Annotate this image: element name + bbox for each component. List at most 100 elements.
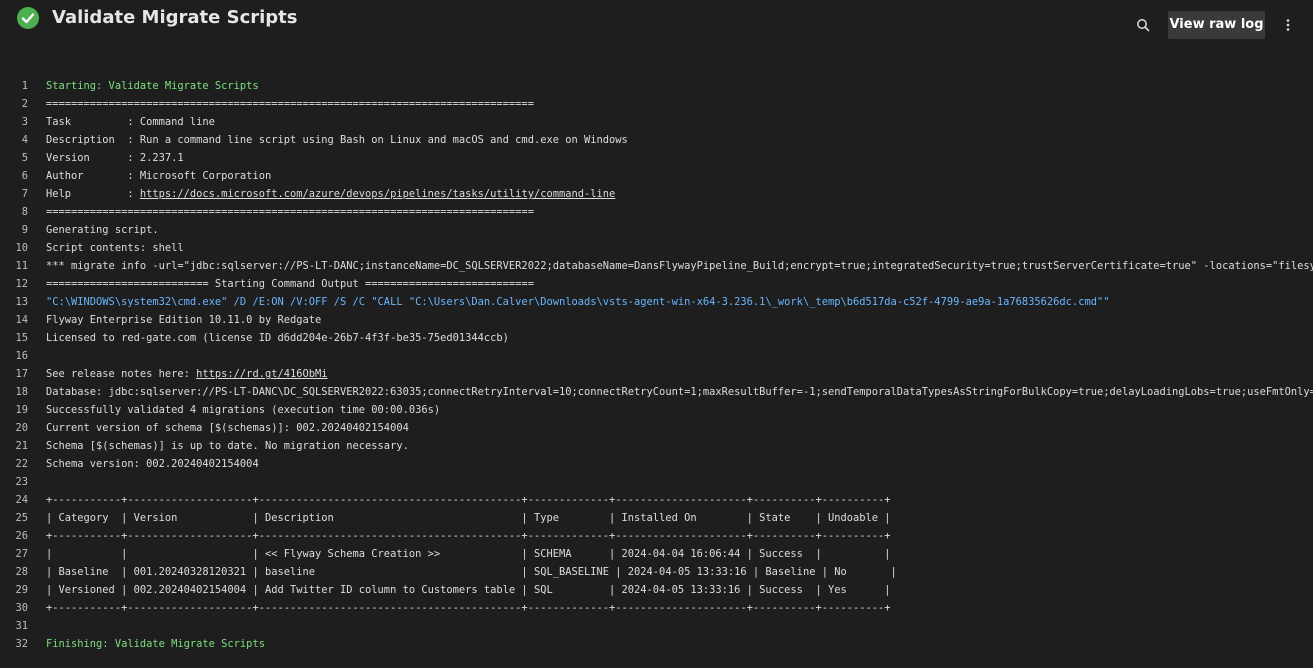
log-line: 9 Generating script. xyxy=(0,221,1313,239)
line-content: Task : Command line xyxy=(46,116,215,128)
line-content: Author : Microsoft Corporation xyxy=(46,170,272,182)
line-text: ========================== Starting Comm… xyxy=(46,275,534,293)
log-line: 1 Starting: Validate Migrate Scripts xyxy=(0,77,1313,95)
line-text: Finishing: Validate Migrate Scripts xyxy=(46,635,265,653)
line-text: Description : Run a command line script … xyxy=(46,131,628,149)
log-output: 1 Starting: Validate Migrate Scripts 2 ====… xyxy=(0,77,1313,657)
line-content: Description : Run a command line script … xyxy=(46,134,628,146)
line-number: 20 xyxy=(15,422,28,434)
log-line: 25 | Category | Version | Description | T… xyxy=(0,509,1313,527)
line-text: | | | << Flyway Schema Creation >> | SCH… xyxy=(46,545,891,563)
line-number: 11 xyxy=(15,260,28,272)
line-number: 5 xyxy=(21,152,28,164)
line-number: 3 xyxy=(21,116,28,128)
line-content: Schema version: 002.20240402154004 xyxy=(46,458,259,470)
line-number: 12 xyxy=(15,278,28,290)
line-number: 4 xyxy=(21,134,28,146)
line-number: 21 xyxy=(15,440,28,452)
line-number: 13 xyxy=(15,296,28,308)
line-text: Help : https://docs.microsoft.com/azure/… xyxy=(46,185,615,203)
log-line: 13 "C:\WINDOWS\system32\cmd.exe" /D /E:ON… xyxy=(0,293,1313,311)
line-text: ========================================… xyxy=(46,203,534,221)
log-line: 16 xyxy=(0,347,1313,365)
line-text: Successfully validated 4 migrations (exe… xyxy=(46,401,440,419)
line-number: 19 xyxy=(15,404,28,416)
line-text: "C:\WINDOWS\system32\cmd.exe" /D /E:ON /… xyxy=(46,293,1109,311)
line-content: Schema [$(schemas)] is up to date. No mi… xyxy=(46,440,409,452)
log-line: 27 | | | << Flyway Schema Creation >> | S… xyxy=(0,545,1313,563)
log-line: 14 Flyway Enterprise Edition 10.11.0 by R… xyxy=(0,311,1313,329)
line-content: Generating script. xyxy=(46,224,159,236)
log-line: 22 Schema version: 002.20240402154004 xyxy=(0,455,1313,473)
line-number: 16 xyxy=(15,350,28,362)
line-content: Successfully validated 4 migrations (exe… xyxy=(46,404,441,416)
line-text: +-----------+--------------------+------… xyxy=(46,491,891,509)
line-text: Task : Command line xyxy=(46,113,215,131)
log-line: 29 | Versioned | 002.20240402154004 | Add… xyxy=(0,581,1313,599)
log-line: 31 xyxy=(0,617,1313,635)
line-text: Licensed to red-gate.com (license ID d6d… xyxy=(46,329,509,347)
log-link[interactable]: https://docs.microsoft.com/azure/devops/… xyxy=(140,188,615,200)
line-text: +-----------+--------------------+------… xyxy=(46,599,891,617)
search-icon xyxy=(1137,19,1150,32)
log-line: 26 +-----------+--------------------+----… xyxy=(0,527,1313,545)
line-text: Schema [$(schemas)] is up to date. No mi… xyxy=(46,437,409,455)
line-content: "C:\WINDOWS\system32\cmd.exe" /D /E:ON /… xyxy=(46,296,1110,308)
line-number: 26 xyxy=(15,530,28,542)
line-number: 10 xyxy=(15,242,28,254)
log-line: 5 Version : 2.237.1 xyxy=(0,149,1313,167)
log-line: 12 ========================== Starting Co… xyxy=(0,275,1313,293)
line-number: 18 xyxy=(15,386,28,398)
log-line: 24 +-----------+--------------------+----… xyxy=(0,491,1313,509)
line-content: Help : xyxy=(46,188,140,200)
line-number: 8 xyxy=(21,206,28,218)
line-content: | | | << Flyway Schema Creation >> | SCH… xyxy=(46,548,891,560)
line-content: | Versioned | 002.20240402154004 | Add T… xyxy=(46,584,891,596)
line-text: Script contents: shell xyxy=(46,239,184,257)
line-number: 17 xyxy=(15,368,28,380)
log-header: Validate Migrate Scripts View raw log xyxy=(0,0,1313,50)
line-number: 30 xyxy=(15,602,28,614)
log-line: 21 Schema [$(schemas)] is up to date. No … xyxy=(0,437,1313,455)
log-line: 28 | Baseline | 001.20240328120321 | base… xyxy=(0,563,1313,581)
line-number: 32 xyxy=(15,638,28,650)
line-content: Database: jdbc:sqlserver://PS-LT-DANC\DC… xyxy=(46,386,1313,398)
line-text: Author : Microsoft Corporation xyxy=(46,167,271,185)
line-text: | Category | Version | Description | Typ… xyxy=(46,509,891,527)
line-content: +-----------+--------------------+------… xyxy=(46,602,891,614)
log-line: 8 =======================================… xyxy=(0,203,1313,221)
line-text: *** migrate info -url="jdbc:sqlserver://… xyxy=(46,257,1313,275)
line-text: ========================================… xyxy=(46,95,534,113)
line-number: 24 xyxy=(15,494,28,506)
line-number: 23 xyxy=(15,476,28,488)
view-raw-log-button[interactable]: View raw log xyxy=(1168,11,1265,39)
log-line: 4 Description : Run a command line script… xyxy=(0,131,1313,149)
line-text: Flyway Enterprise Edition 10.11.0 by Red… xyxy=(46,311,321,329)
page-title: Validate Migrate Scripts xyxy=(52,7,298,28)
log-line: 10 Script contents: shell xyxy=(0,239,1313,257)
line-content: Version : 2.237.1 xyxy=(46,152,184,164)
line-content: ========================================… xyxy=(46,206,534,218)
search-button[interactable] xyxy=(1130,12,1156,38)
line-content: Licensed to red-gate.com (license ID d6d… xyxy=(46,332,509,344)
line-text: Generating script. xyxy=(46,221,159,239)
line-content: ========================== Starting Comm… xyxy=(46,278,534,290)
line-content: | Category | Version | Description | Typ… xyxy=(46,512,891,524)
more-options-button[interactable] xyxy=(1278,12,1298,38)
line-text: See release notes here: https://rd.gt/41… xyxy=(46,365,328,383)
line-text: Version : 2.237.1 xyxy=(46,149,184,167)
line-number: 7 xyxy=(21,188,28,200)
log-link[interactable]: https://rd.gt/416ObMi xyxy=(196,368,327,380)
line-number: 31 xyxy=(15,620,28,632)
line-text: | Versioned | 002.20240402154004 | Add T… xyxy=(46,581,891,599)
log-line: 18 Database: jdbc:sqlserver://PS-LT-DANC\… xyxy=(0,383,1313,401)
line-number: 6 xyxy=(21,170,28,182)
log-line: 20 Current version of schema [$(schemas)]… xyxy=(0,419,1313,437)
more-vertical-icon xyxy=(1286,19,1290,31)
line-content: Finishing: Validate Migrate Scripts xyxy=(46,638,265,650)
line-number: 29 xyxy=(15,584,28,596)
line-content: +-----------+--------------------+------… xyxy=(46,494,891,506)
log-line: 15 Licensed to red-gate.com (license ID d… xyxy=(0,329,1313,347)
log-line: 19 Successfully validated 4 migrations (e… xyxy=(0,401,1313,419)
line-content: ========================================… xyxy=(46,98,534,110)
